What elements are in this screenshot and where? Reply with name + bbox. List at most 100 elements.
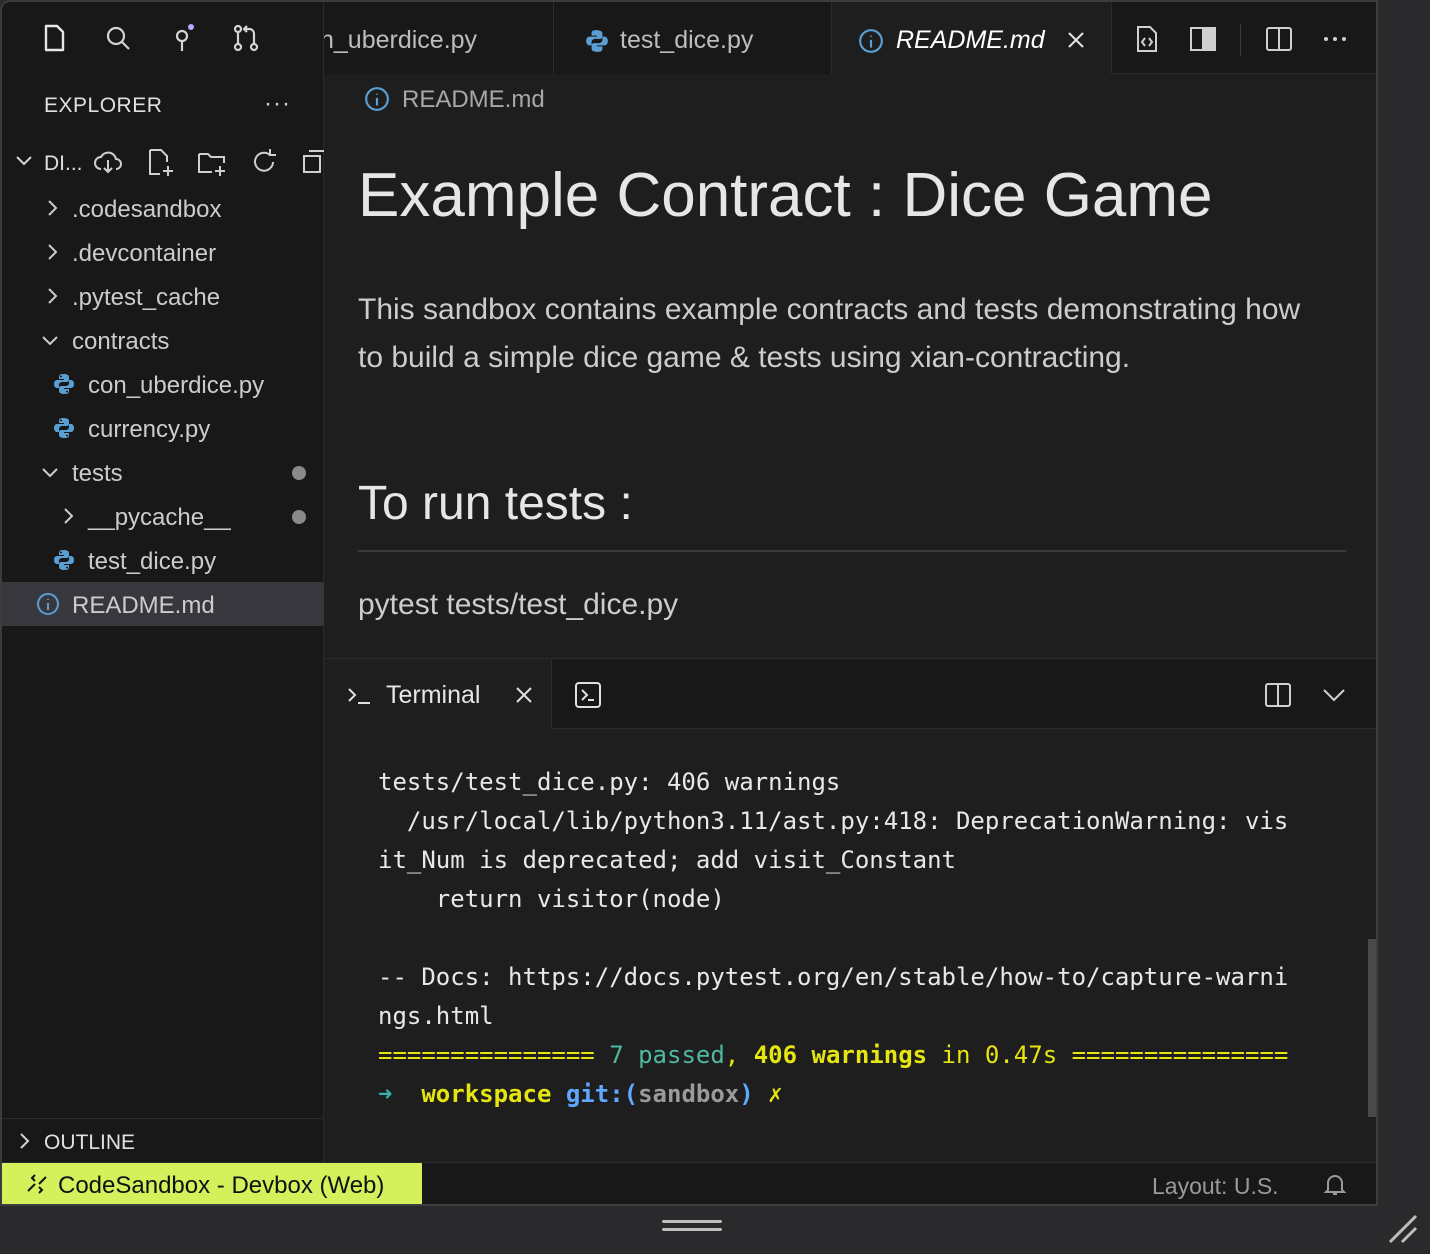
readme-subheading: To run tests : [358,477,633,530]
tree-item-readme[interactable]: README.md [2,582,324,626]
markdown-preview: README.md Example Contract : Dice Game T… [324,74,1376,658]
new-folder-icon[interactable] [196,146,228,178]
tab-label: README.md [896,26,1045,54]
chevron-down-icon[interactable] [1320,681,1348,709]
new-terminal-icon[interactable] [574,681,602,709]
resize-grip-icon[interactable] [1384,1210,1420,1246]
cloud-download-icon[interactable] [92,146,124,178]
tree-item-test-dice[interactable]: test_dice.py [2,538,324,582]
modified-dot [292,466,306,480]
terminal-tab-label: Terminal [386,681,481,709]
explorer-more-button[interactable]: ··· [264,90,291,118]
split-terminal-icon[interactable] [1264,681,1292,709]
tree-item-label: test_dice.py [88,548,217,575]
tree-item-codesandbox[interactable]: .codesandbox [2,186,324,230]
toggle-secondary-sidebar-icon[interactable] [1188,24,1218,54]
bell-icon[interactable] [1322,1172,1348,1198]
info-icon [37,593,59,615]
terminal-line: return visitor(node) [378,885,725,913]
python-file-icon [586,30,608,52]
toolbar-divider [1240,24,1241,56]
source-control-icon[interactable] [166,22,198,54]
remote-indicator[interactable]: CodeSandbox - Devbox (Web) [2,1163,422,1204]
summary-rule: =============== [378,1041,595,1069]
keyboard-layout[interactable]: Layout: U.S. [1152,1173,1279,1200]
tab-test-dice[interactable]: test_dice.py [554,2,832,74]
breadcrumb[interactable]: README.md [402,86,545,114]
workspace-root-label: DI... [44,152,83,175]
terminal-line: it_Num is deprecated; add visit_Constant [378,846,956,874]
prompt-dirty: ✗ [768,1080,783,1108]
tree-item-label: con_uberdice.py [88,372,265,399]
python-file-icon [54,374,74,394]
terminal-prompt-line: ➜ workspace git:(sandbox) ✗ [378,1075,1338,1114]
close-icon[interactable] [510,681,538,709]
tree-item-label: .devcontainer [72,240,217,267]
tree-item-label: README.md [72,592,215,619]
tree-item-label: .codesandbox [72,196,222,223]
info-icon [859,29,883,53]
summary-rule: =============== [1071,1041,1289,1069]
python-file-icon [54,418,74,438]
tab-terminal[interactable]: Terminal [324,659,552,729]
workspace-root-row[interactable]: DI... [2,140,326,184]
chevron-down-icon [42,468,58,478]
prompt-dir: workspace [421,1080,552,1108]
tree-item-contracts[interactable]: contracts [2,318,324,362]
terminal-scrollbar[interactable] [1368,939,1376,1117]
bottom-panel: Terminal tests/test_dice.py: 406 warning… [324,658,1376,1162]
tree-item-label: tests [72,460,123,487]
chevron-down-icon [16,156,32,166]
prompt-arrow: ➜ [378,1080,393,1108]
tab-con-uberdice[interactable]: n_uberdice.py [324,2,554,74]
readme-paragraph: This sandbox contains example contracts … [358,293,1301,374]
heading-divider [358,550,1346,552]
files-icon[interactable] [38,22,70,54]
python-file-icon [54,550,74,570]
summary-warnings: 406 warnings [753,1041,928,1069]
terminal-line: -- Docs: https://docs.pytest.org/en/stab… [378,963,1289,991]
tree-item-con-uberdice[interactable]: con_uberdice.py [2,362,324,406]
tab-label: n_uberdice.py [324,26,478,54]
summary-in: in [941,1041,971,1069]
prompt-git-close: ) [739,1080,754,1108]
chevron-right-icon [48,200,58,216]
tab-readme[interactable]: README.md [832,2,1112,74]
window-drag-handle[interactable] [662,1220,722,1234]
vscode-window: EXPLORER ··· DI... .codesandbox .devcont… [0,0,1378,1206]
tree-item-label: __pycache__ [88,504,231,531]
more-actions-icon[interactable] [1320,24,1350,54]
open-preview-source-icon[interactable] [1132,24,1162,54]
tree-item-label: .pytest_cache [72,284,221,311]
search-icon[interactable] [102,22,134,54]
close-icon[interactable] [1064,28,1088,52]
terminal-line: /usr/local/lib/python3.11/ast.py:418: De… [378,807,1289,835]
tree-item-devcontainer[interactable]: .devcontainer [2,230,324,274]
tree-item-pytest-cache[interactable]: .pytest_cache [2,274,324,318]
outline-label: OUTLINE [44,1131,136,1154]
outline-section[interactable]: OUTLINE [2,1118,324,1162]
chevron-right-icon [64,508,74,524]
chevron-right-icon [48,244,58,260]
terminal-output[interactable]: tests/test_dice.py: 406 warnings /usr/lo… [378,763,1338,1114]
terminal-line: tests/test_dice.py: 406 warnings [378,768,841,796]
activity-bar [2,2,324,76]
tree-item-tests[interactable]: tests [2,450,324,494]
chevron-right-icon [20,1133,30,1149]
tab-label: test_dice.py [620,26,754,54]
sidebar: EXPLORER ··· DI... .codesandbox .devcont… [2,2,326,1162]
split-editor-icon[interactable] [1264,24,1294,54]
chevron-down-icon [42,336,58,346]
tree-item-currency[interactable]: currency.py [2,406,324,450]
info-icon [365,87,389,111]
summary-time: 0.47s [984,1041,1058,1069]
tree-item-label: contracts [72,328,170,355]
prompt-branch: sandbox [638,1080,740,1108]
remote-label: CodeSandbox - Devbox (Web) [58,1172,385,1199]
refresh-icon[interactable] [248,146,280,178]
new-file-icon[interactable] [144,146,176,178]
readme-heading: Example Contract : Dice Game [358,161,1213,230]
pull-request-icon[interactable] [230,22,262,54]
tree-item-pycache[interactable]: __pycache__ [2,494,324,538]
